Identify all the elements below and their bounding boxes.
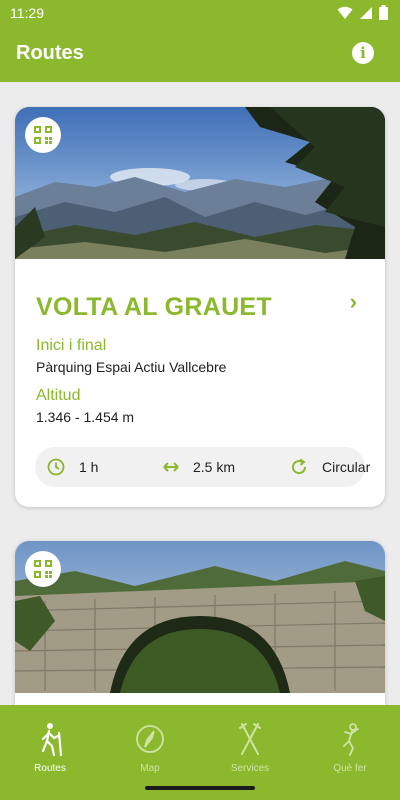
distance-stat: 2.5 km xyxy=(163,447,235,487)
clock-icon xyxy=(47,458,65,476)
compass-icon xyxy=(136,725,164,753)
nav-services-label: Services xyxy=(230,763,270,774)
nav-map[interactable]: Map xyxy=(115,719,185,774)
app-bar: Routes i xyxy=(0,26,400,82)
route-title: VOLTA AL GRAUET xyxy=(36,293,272,321)
duration-value: 1 h xyxy=(79,459,99,475)
start-label: Inici i final xyxy=(36,337,107,354)
qr-code-icon[interactable] xyxy=(25,117,61,153)
nav-map-label: Map xyxy=(140,763,160,774)
qr-code-icon[interactable] xyxy=(25,551,61,587)
route-stats: 1 h 2.5 km Circular xyxy=(35,447,370,487)
duration-stat: 1 h xyxy=(47,447,98,487)
page-title: Routes xyxy=(16,42,84,64)
routes-list[interactable]: VOLTA AL GRAUET › Inici i final Pàrquing… xyxy=(0,82,400,705)
status-time: 11:29 xyxy=(10,5,44,21)
battery-icon xyxy=(379,5,388,20)
home-indicator[interactable] xyxy=(145,786,255,790)
nav-routes-label: Routes xyxy=(34,763,66,774)
route-type-value: Circular xyxy=(322,459,371,475)
nav-routes[interactable]: Routes xyxy=(15,719,85,774)
altitude-label: Altitud xyxy=(36,387,81,404)
route-card[interactable] xyxy=(15,541,385,705)
route-type-stat: Circular xyxy=(290,447,370,487)
nav-que-fer[interactable]: Què fer xyxy=(315,719,385,774)
nav-services[interactable]: Services xyxy=(215,719,285,774)
signal-icon xyxy=(360,6,372,19)
status-bar: 11:29 xyxy=(0,0,400,26)
route-card[interactable]: VOLTA AL GRAUET › Inici i final Pàrquing… xyxy=(15,107,385,507)
status-icons xyxy=(337,5,388,20)
route-photo xyxy=(15,541,385,693)
start-value: Pàrquing Espai Actiu Vallcebre xyxy=(36,359,227,375)
wifi-icon xyxy=(337,6,353,19)
distance-value: 2.5 km xyxy=(193,459,236,475)
circular-arrow-icon xyxy=(292,458,307,475)
fork-knife-icon xyxy=(239,723,261,755)
climber-icon xyxy=(343,723,359,756)
info-icon[interactable]: i xyxy=(352,42,374,64)
route-photo xyxy=(15,107,385,259)
altitude-value: 1.346 - 1.454 m xyxy=(36,409,135,425)
hiker-icon xyxy=(41,723,63,757)
chevron-right-icon[interactable]: › xyxy=(350,289,357,315)
nav-que-fer-label: Què fer xyxy=(333,763,367,774)
distance-arrows-icon xyxy=(163,462,179,472)
